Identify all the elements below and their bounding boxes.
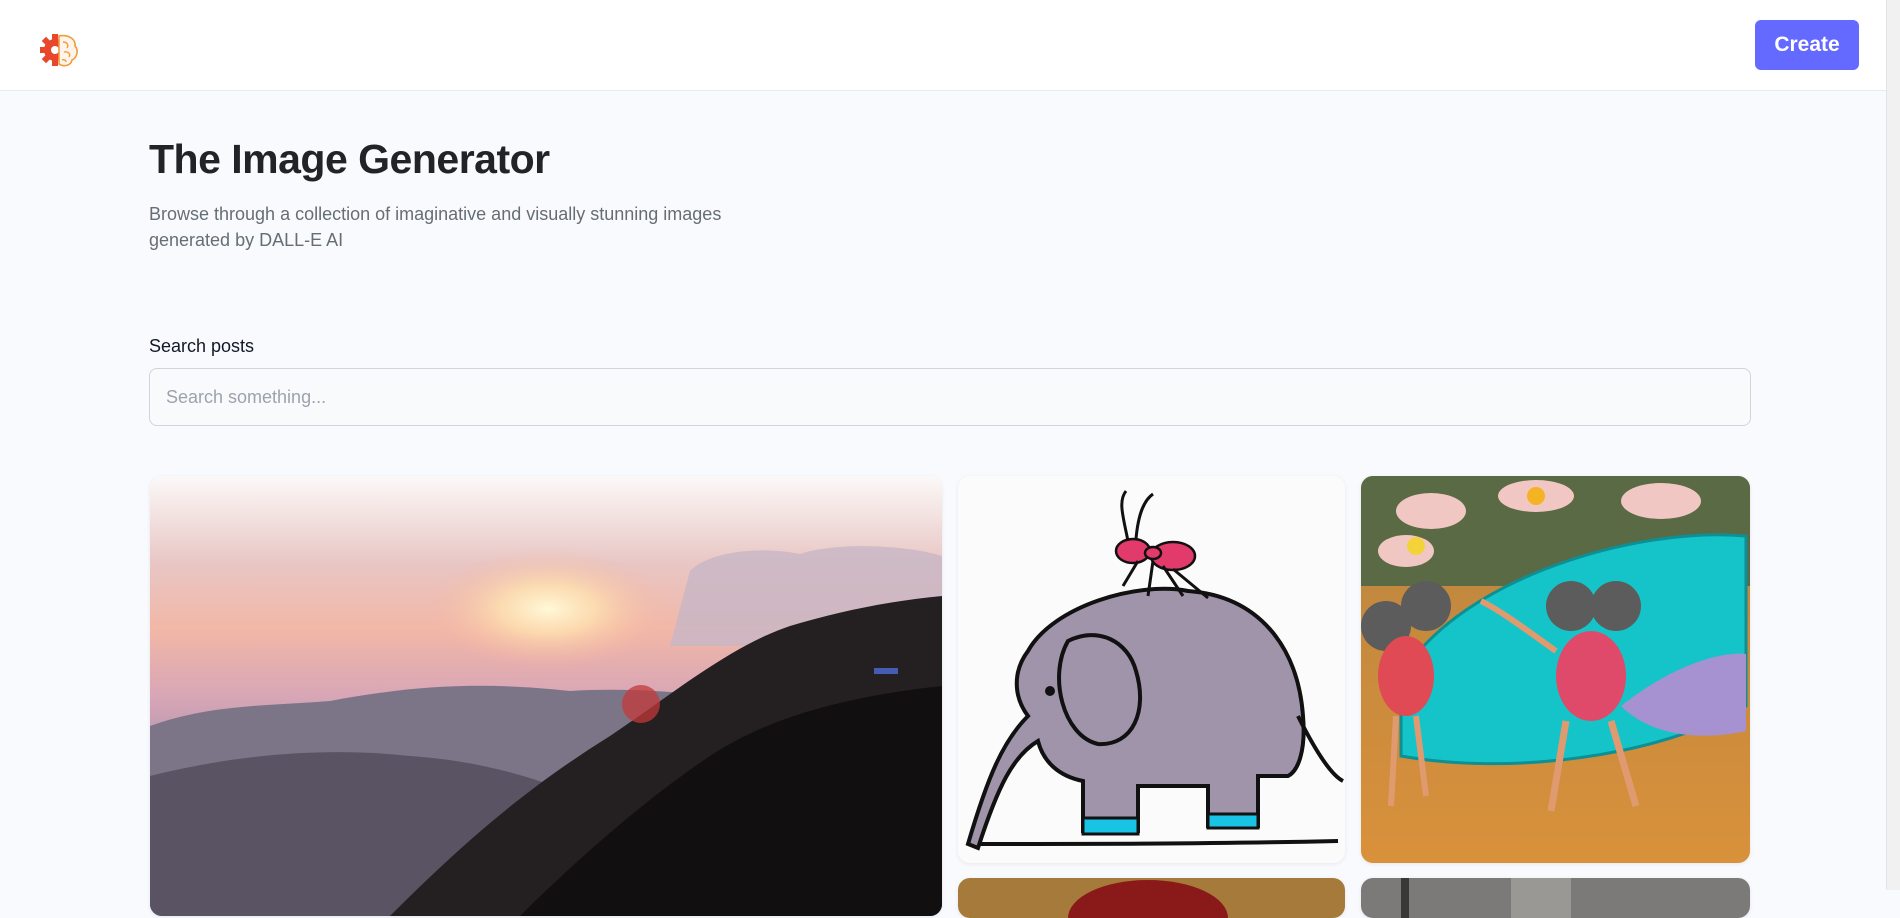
partial-image-1 <box>958 878 1345 918</box>
search-label: Search posts <box>149 336 255 356</box>
post-card-partial-1[interactable] <box>958 878 1345 918</box>
brain-gear-icon[interactable] <box>38 30 80 70</box>
post-card-sunset[interactable] <box>150 476 942 916</box>
page-title: The Image Generator <box>149 136 550 182</box>
post-card-clay-mice[interactable] <box>1361 476 1750 863</box>
partial-image-2 <box>1361 878 1750 918</box>
sunset-image <box>150 476 942 916</box>
page-subtitle: Browse through a collection of imaginati… <box>149 204 722 250</box>
ant-elephant-image <box>958 476 1345 863</box>
clay-mice-image <box>1361 476 1750 863</box>
post-card-partial-2[interactable] <box>1361 878 1750 918</box>
top-header: Create <box>0 0 1900 91</box>
post-card-ant-elephant[interactable] <box>958 476 1345 863</box>
create-button[interactable]: Create <box>1755 20 1859 70</box>
search-input[interactable] <box>149 368 1751 426</box>
page-scrollbar[interactable] <box>1886 0 1900 890</box>
